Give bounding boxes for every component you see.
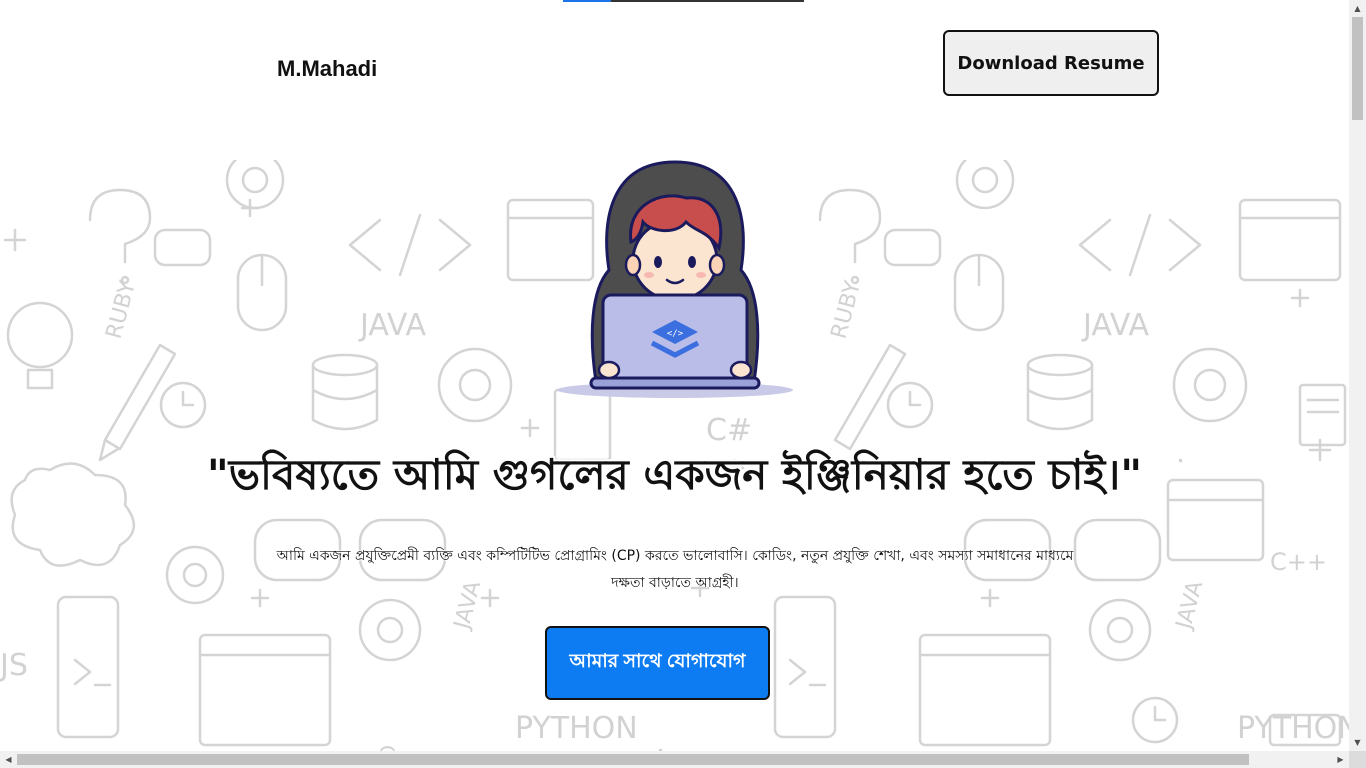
svg-text:</>: </> — [667, 329, 684, 339]
svg-text:C++: C++ — [1270, 548, 1327, 576]
top-progress-bar — [563, 0, 804, 2]
horizontal-scrollbar[interactable]: ◀ ▶ — [0, 751, 1349, 768]
scroll-left-arrow-icon[interactable]: ◀ — [0, 751, 17, 768]
developer-avatar-illustration: </> — [557, 160, 793, 398]
svg-text:RUBY: RUBY — [102, 278, 141, 342]
svg-text:RUBY: RUBY — [827, 278, 866, 342]
contact-me-button[interactable]: আমার সাথে যোগাযোগ — [545, 626, 770, 700]
horizontal-scroll-thumb[interactable] — [17, 754, 1249, 765]
scroll-right-arrow-icon[interactable]: ▶ — [1332, 751, 1349, 768]
vertical-scrollbar[interactable]: ▲ ▼ — [1349, 0, 1366, 751]
svg-text:PYTHON: PYTHON — [1237, 711, 1349, 746]
download-resume-button[interactable]: Download Resume — [943, 30, 1159, 96]
site-header: M.Mahadi Download Resume — [0, 0, 1349, 160]
scrollbar-corner — [1349, 751, 1366, 768]
hero-headline: "ভবিষ্যতে আমি গুগলের একজন ইঞ্জিনিয়ার হত… — [206, 450, 1143, 499]
svg-text:JS: JS — [0, 648, 28, 683]
hero-description: আমি একজন প্রযুক্তিপ্রেমী ব্যক্তি এবং কম্… — [276, 548, 1074, 591]
scroll-down-arrow-icon[interactable]: ▼ — [1349, 734, 1366, 751]
hero-section: JAVA JAVA C# PYTHON PYTHON C++ JS RUBY R… — [0, 160, 1349, 751]
svg-text:JAVA: JAVA — [1081, 308, 1150, 343]
scroll-up-arrow-icon[interactable]: ▲ — [1349, 0, 1366, 17]
svg-text:JAVA: JAVA — [358, 308, 427, 343]
brand-logo[interactable]: M.Mahadi — [277, 56, 377, 82]
svg-text:JAVA: JAVA — [1171, 578, 1208, 633]
vertical-scroll-thumb[interactable] — [1352, 17, 1363, 120]
svg-text:PYTHON: PYTHON — [515, 711, 638, 746]
